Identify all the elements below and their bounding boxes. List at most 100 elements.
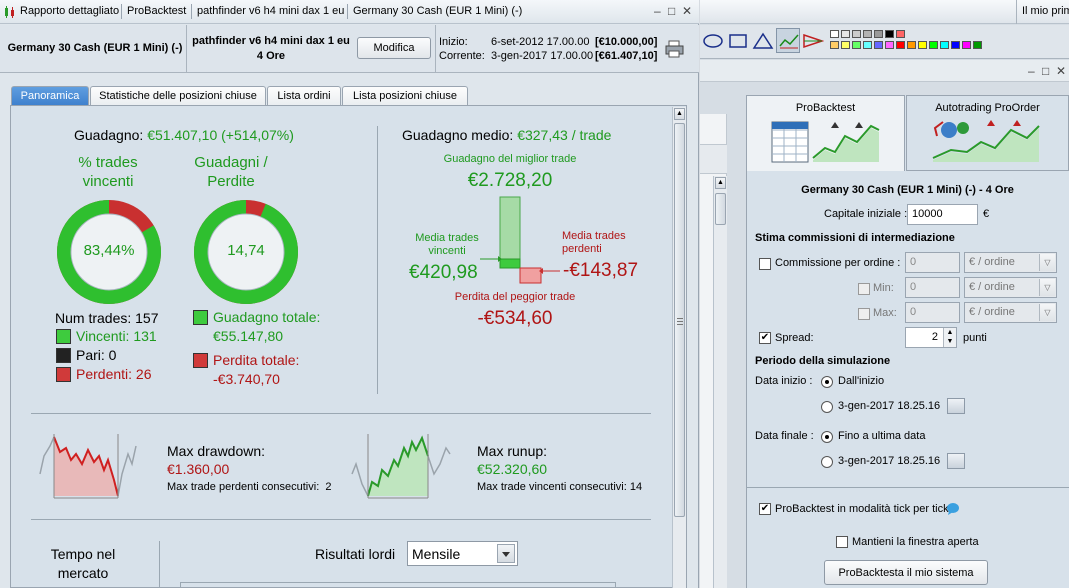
commission-input[interactable]: 0 <box>905 252 960 273</box>
max-runup-value: €52.320,60 <box>477 461 548 477</box>
color-swatch[interactable] <box>852 30 861 38</box>
keep-open-checkbox[interactable] <box>836 536 848 548</box>
instrument-name: Germany 30 Cash (EUR 1 Mini) (-) <box>7 42 183 54</box>
commission-unit-select[interactable]: € / ordine ▽ <box>964 252 1057 273</box>
list-scrollbar[interactable]: ▲ <box>713 176 727 588</box>
chevron-down-icon[interactable]: ▽ <box>1039 254 1055 271</box>
calendar-icon[interactable] <box>947 398 965 414</box>
close-icon[interactable]: ✕ <box>682 4 692 18</box>
run-backtest-button[interactable]: ProBacktesta il mio sistema <box>824 560 988 585</box>
max-input[interactable]: 0 <box>905 302 960 323</box>
spread-stepper[interactable]: ▲ ▼ <box>943 328 956 347</box>
right-subwindow-bar: – □ ✕ <box>700 60 1069 82</box>
period-select[interactable]: Mensile <box>407 541 518 566</box>
color-swatch[interactable] <box>841 41 850 49</box>
color-palette[interactable] <box>830 28 990 54</box>
color-swatch[interactable] <box>874 41 883 49</box>
chevron-down-icon[interactable] <box>497 544 515 563</box>
color-swatch[interactable] <box>841 30 850 38</box>
modify-button[interactable]: Modifica <box>357 37 431 59</box>
rectangle-icon[interactable] <box>727 32 749 50</box>
print-icon[interactable] <box>665 40 685 58</box>
from-start-radio[interactable] <box>821 376 833 388</box>
best-trade-label: Guadagno del miglior trade <box>443 153 577 165</box>
gain-loss-title-2: Perdite <box>207 173 255 190</box>
even-swatch <box>56 348 71 363</box>
scroll-thumb[interactable] <box>674 123 685 517</box>
color-swatch[interactable] <box>852 41 861 49</box>
color-swatch[interactable] <box>874 30 883 38</box>
lasso-icon[interactable] <box>702 32 724 50</box>
min-unit-select[interactable]: € / ordine ▽ <box>964 277 1057 298</box>
trend-icon[interactable] <box>778 32 800 50</box>
minimize-icon[interactable]: – <box>654 4 661 18</box>
commissions-title: Stima commissioni di intermediazione <box>755 232 955 244</box>
calendar-icon[interactable] <box>947 453 965 469</box>
keep-open-label: Mantieni la finestra aperta <box>852 536 979 548</box>
tab-autotrading[interactable]: Autotrading ProOrder <box>906 95 1069 171</box>
start-date-radio[interactable] <box>821 401 833 413</box>
color-swatch[interactable] <box>929 41 938 49</box>
gain-loss-title: Guadagni / Perdite <box>181 153 281 191</box>
color-swatch[interactable] <box>885 30 894 38</box>
gross-results-label: Risultati lordi <box>315 546 396 562</box>
max-unit-select[interactable]: € / ordine ▽ <box>964 302 1057 323</box>
trade-range-bar <box>480 196 560 284</box>
color-swatch[interactable] <box>863 41 872 49</box>
spread-checkbox[interactable]: ✔ <box>759 332 771 344</box>
chevron-down-icon[interactable]: ▽ <box>1039 304 1055 321</box>
vertical-scrollbar[interactable]: ▲ <box>672 107 686 588</box>
period-select-value: Mensile <box>412 546 461 562</box>
color-swatch[interactable] <box>973 41 982 49</box>
end-date-radio[interactable] <box>821 456 833 468</box>
tab-probacktest-label: ProBacktest <box>795 102 856 114</box>
start-value: [€10.000,00] <box>595 36 658 48</box>
chevron-down-icon[interactable]: ▽ <box>1039 279 1055 296</box>
tab-closed-positions[interactable]: Lista posizioni chiuse <box>342 86 468 106</box>
color-swatch[interactable] <box>962 41 971 49</box>
tab-probacktest[interactable]: ProBacktest <box>746 95 905 171</box>
system-timeframe: 4 Ore <box>256 50 286 62</box>
info-bubble-icon[interactable] <box>946 502 960 515</box>
avg-win-label: Media trades vincenti <box>412 232 482 258</box>
candlestick-icon <box>5 6 14 18</box>
color-swatch[interactable] <box>830 30 839 38</box>
to-last-radio[interactable] <box>821 431 833 443</box>
max-checkbox[interactable] <box>858 308 870 320</box>
triangle-icon[interactable] <box>752 32 774 50</box>
maximize-icon[interactable]: □ <box>1042 64 1049 78</box>
commission-label: Commissione per ordine : <box>775 257 901 269</box>
losers-swatch <box>56 367 71 382</box>
color-swatch[interactable] <box>940 41 949 49</box>
max-drawdown-value: €1.360,00 <box>167 461 230 477</box>
color-swatch[interactable] <box>885 41 894 49</box>
right-window-title: Il mio prim <box>1022 5 1069 17</box>
color-swatch[interactable] <box>863 30 872 38</box>
color-swatch[interactable] <box>918 41 927 49</box>
maximize-icon[interactable]: □ <box>668 4 675 18</box>
color-swatch[interactable] <box>896 41 905 49</box>
fibonacci-icon[interactable] <box>802 32 824 50</box>
scroll-up-icon[interactable]: ▲ <box>674 108 685 120</box>
min-checkbox[interactable] <box>858 283 870 295</box>
right-title-bar: Il mio prim <box>700 0 1069 24</box>
end-date-label: Data finale : <box>755 430 814 442</box>
tick-mode-label: ProBacktest in modalità tick per tick <box>775 503 949 515</box>
color-swatch[interactable] <box>830 41 839 49</box>
color-swatch[interactable] <box>907 41 916 49</box>
color-swatch[interactable] <box>896 30 905 38</box>
min-label: Min: <box>873 282 894 294</box>
tab-closed-stats[interactable]: Statistiche delle posizioni chiuse <box>90 86 266 106</box>
minimize-icon[interactable]: – <box>1028 64 1035 78</box>
close-icon[interactable]: ✕ <box>1056 64 1066 78</box>
tick-mode-checkbox[interactable]: ✔ <box>759 503 771 515</box>
min-unit-value: € / ordine <box>969 281 1015 293</box>
max-label: Max: <box>873 307 897 319</box>
tab-overview[interactable]: Panoramica <box>11 86 89 106</box>
report-title-bar: Rapporto dettagliato ProBacktest pathfin… <box>0 0 699 24</box>
color-swatch[interactable] <box>951 41 960 49</box>
min-input[interactable]: 0 <box>905 277 960 298</box>
tab-order-list[interactable]: Lista ordini <box>267 86 341 106</box>
capital-input[interactable]: 10000 <box>907 204 978 225</box>
commission-checkbox[interactable] <box>759 258 771 270</box>
